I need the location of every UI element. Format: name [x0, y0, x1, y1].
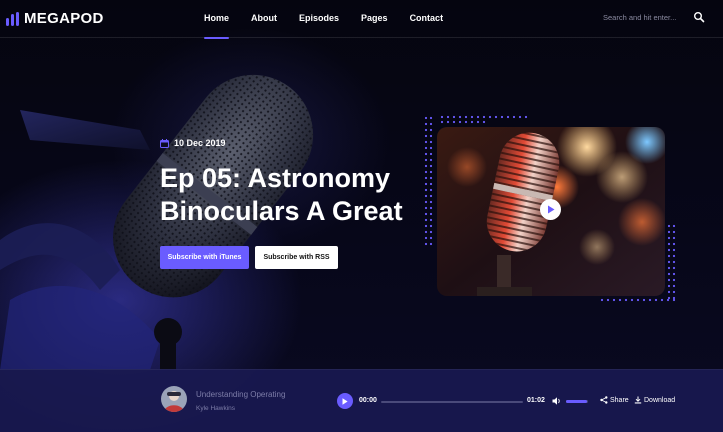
- episode-title-line-2: Binoculars A Great: [160, 196, 403, 226]
- download-button[interactable]: Download: [634, 396, 675, 404]
- dot-pattern-top: [440, 115, 528, 124]
- dot-pattern-left: [424, 116, 433, 246]
- nav-item-contact[interactable]: Contact: [402, 0, 452, 38]
- nav-item-about[interactable]: About: [243, 0, 285, 38]
- search-box: [603, 11, 705, 23]
- download-label: Download: [644, 396, 676, 404]
- play-icon: [342, 397, 348, 405]
- current-time: 00:00: [359, 397, 377, 404]
- audio-player: Understanding Operating Kyle Hawkins 00:…: [0, 369, 723, 432]
- dot-pattern-bottom: [600, 298, 676, 302]
- track-title: Understanding Operating: [196, 390, 286, 399]
- nav-item-pages[interactable]: Pages: [353, 0, 396, 38]
- total-duration: 01:02: [527, 397, 545, 404]
- video-play-button[interactable]: [540, 199, 561, 220]
- search-input[interactable]: [603, 12, 685, 22]
- track-artist: Kyle Hawkins: [196, 405, 236, 412]
- download-icon: [634, 396, 642, 404]
- dot-pattern-right: [667, 224, 676, 300]
- episode-date: 10 Dec 2019: [160, 138, 226, 148]
- main-nav: Home About Episodes Pages Contact: [196, 0, 457, 39]
- date-text: 10 Dec 2019: [174, 138, 226, 148]
- calendar-icon: [160, 138, 169, 148]
- subscribe-rss-button[interactable]: Subscribe with RSS: [255, 246, 338, 269]
- brand-logo[interactable]: MEGAPOD: [6, 10, 104, 27]
- volume-icon[interactable]: [552, 396, 562, 406]
- brand-name: MEGAPOD: [24, 10, 104, 27]
- share-label: Share: [610, 396, 629, 404]
- share-icon: [600, 396, 608, 404]
- host-avatar-image: [161, 386, 187, 412]
- volume-slider[interactable]: [566, 400, 588, 403]
- subscribe-buttons: Subscribe with iTunes Subscribe with RSS: [160, 246, 338, 269]
- track-avatar: [161, 386, 187, 412]
- play-icon: [547, 205, 554, 214]
- nav-item-home[interactable]: Home: [196, 0, 237, 39]
- share-button[interactable]: Share: [600, 396, 629, 404]
- top-navbar: MEGAPOD Home About Episodes Pages Contac…: [0, 0, 723, 39]
- nav-item-episodes[interactable]: Episodes: [291, 0, 347, 38]
- episode-title-line-1: Ep 05: Astronomy: [160, 163, 391, 193]
- subscribe-itunes-button[interactable]: Subscribe with iTunes: [160, 246, 249, 269]
- player-play-button[interactable]: [337, 393, 353, 409]
- progress-bar[interactable]: [381, 401, 523, 403]
- volume-level: [566, 400, 587, 403]
- episode-title: Ep 05: Astronomy Binoculars A Great: [160, 162, 420, 228]
- logo-bars-icon: [6, 11, 19, 26]
- search-icon[interactable]: [693, 11, 705, 23]
